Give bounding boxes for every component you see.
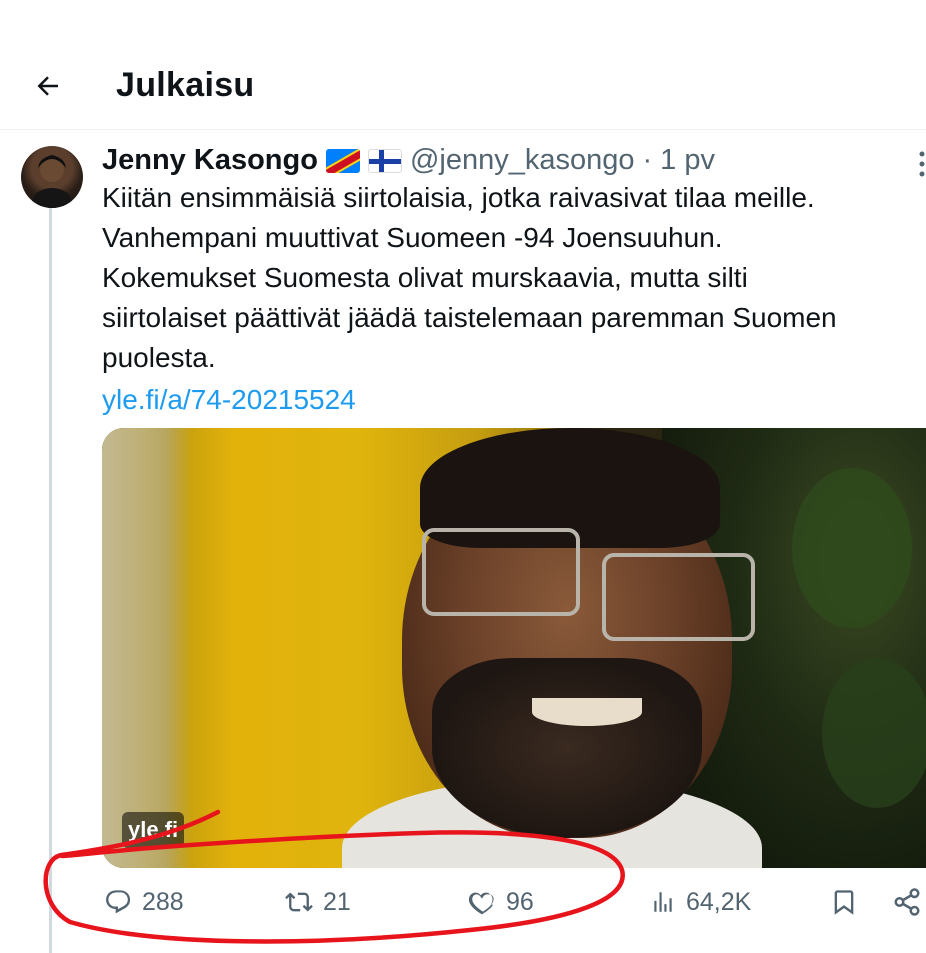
media-glasses: [602, 553, 755, 641]
retweet-count: 21: [323, 887, 351, 916]
share-icon: [894, 888, 920, 916]
tweet-text: Kiitän ensimmäisiä siirtolaisia, jotka r…: [102, 182, 837, 373]
more-options-icon[interactable]: [918, 150, 926, 180]
media-smile: [532, 698, 642, 726]
flag-dr-congo-icon: [325, 148, 360, 173]
like-button[interactable]: 96: [468, 884, 534, 920]
views-button[interactable]: 64,2K: [650, 884, 751, 920]
thread-line: [49, 205, 52, 953]
author-handle[interactable]: @jenny_kasongo: [410, 144, 635, 177]
tweet-media-image[interactable]: [102, 428, 926, 868]
reply-button[interactable]: 288: [104, 884, 184, 920]
arrow-left-icon: [37, 76, 58, 96]
avatar-image: [32, 155, 72, 208]
media-source-badge: yle.fi: [122, 812, 185, 848]
analytics-icon: [654, 892, 672, 912]
header-divider: [0, 129, 926, 130]
media-leaf: [792, 468, 912, 628]
reply-icon: [105, 890, 131, 914]
reply-count: 288: [142, 887, 184, 916]
media-glasses: [422, 528, 580, 616]
share-button[interactable]: [892, 884, 922, 920]
media-leaf: [822, 658, 926, 808]
tweet-link[interactable]: yle.fi/a/74-20215524: [102, 380, 356, 420]
media-beard: [432, 658, 702, 838]
retweet-icon: [285, 892, 313, 912]
retweet-button[interactable]: 21: [285, 884, 351, 920]
avatar[interactable]: [21, 146, 83, 208]
heart-icon: [468, 892, 494, 915]
media-left-light: [102, 428, 192, 868]
views-count: 64,2K: [686, 887, 752, 916]
bookmark-button[interactable]: [830, 884, 858, 920]
back-button[interactable]: [28, 66, 68, 106]
separator-dot: ·: [642, 144, 653, 176]
bookmark-icon: [834, 890, 854, 915]
tweet-time[interactable]: 1 pv: [660, 144, 715, 177]
tweet-author-row: Jenny Kasongo @jenny_kasongo · 1 pv: [102, 144, 715, 177]
like-count: 96: [506, 887, 534, 916]
flag-finland-icon: [367, 148, 402, 173]
page-title: Julkaisu: [116, 66, 255, 104]
author-name[interactable]: Jenny Kasongo: [102, 144, 318, 177]
